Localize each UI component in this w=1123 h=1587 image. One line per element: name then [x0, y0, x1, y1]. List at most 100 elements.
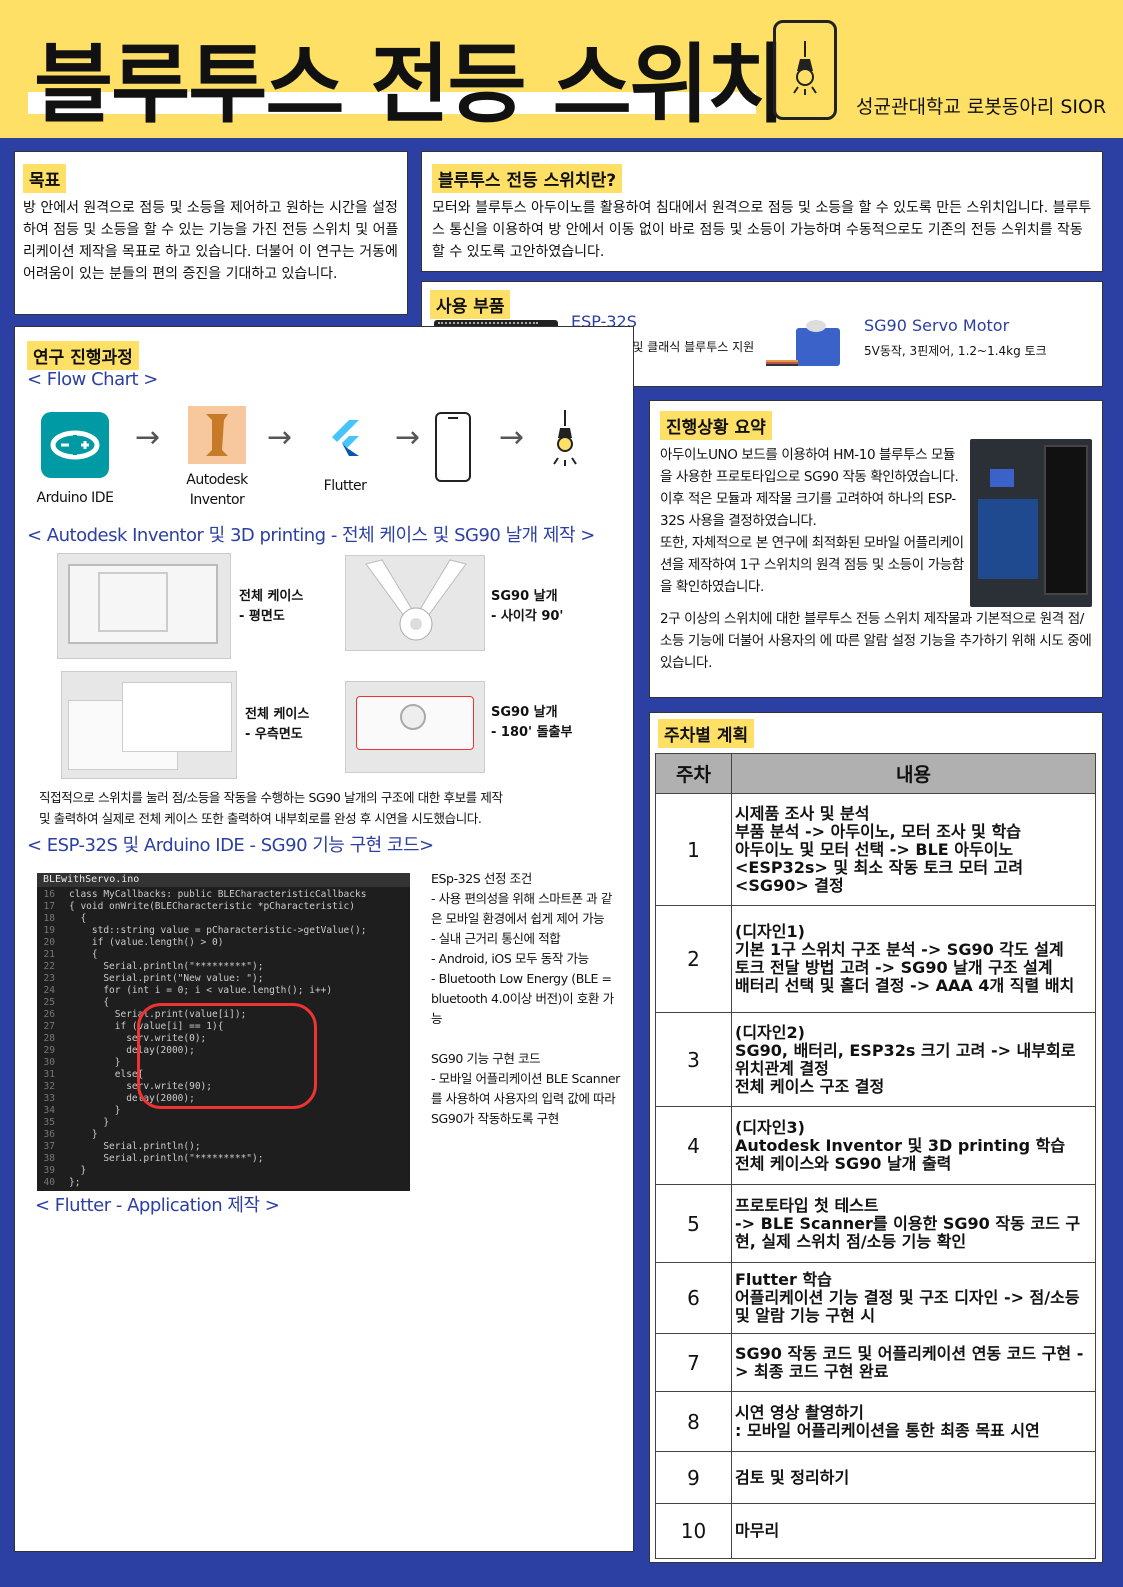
line-text: if (value.length() > 0)	[69, 937, 224, 948]
plan-table: 주차 내용 1 시제품 조사 및 분석 부품 분석 -> 아두이노, 모터 조사 …	[655, 753, 1096, 1559]
arrow-right-icon: →	[135, 420, 161, 455]
content-cell: (디자인1) 기본 1구 스위치 구조 분석 -> SG90 각도 설계 토크 …	[731, 905, 1096, 1013]
about-text: 모터와 블루투스 아두이노를 활용하여 침대에서 원격으로 점등 및 소등을 할…	[432, 200, 1092, 260]
flow-step-flutter: Flutter	[305, 418, 385, 494]
flow-step-bulb	[545, 408, 585, 484]
sg90-wing-180-caption: SG90 날개 - 180' 돌출부	[491, 705, 573, 740]
line-number: 22	[43, 961, 55, 972]
sg90-wing-90-image	[345, 555, 485, 651]
line-text: }	[69, 1117, 110, 1128]
line-number: 24	[43, 985, 55, 996]
line-number: 16	[43, 889, 55, 900]
line-text: Serial.println();	[69, 1141, 201, 1152]
poster-title: 블루투스 전등 스위치	[34, 35, 786, 135]
line-number: 40	[43, 1177, 55, 1188]
sg90-servo-image	[766, 320, 848, 378]
code-editor: BLEwithServo.ino 16 class MyCallbacks: pu…	[37, 873, 410, 1191]
table-row: 5 프로토타입 첫 테스트 -> BLE Scanner를 이용한 SG90 작동…	[655, 1184, 1096, 1263]
sg90-wing-180-image	[345, 681, 485, 773]
week-cell: 7	[655, 1333, 732, 1392]
table-row: 4 (디자인3) Autodesk Inventor 및 3D printing …	[655, 1106, 1096, 1185]
line-number: 27	[43, 1021, 55, 1032]
line-text: }	[69, 1057, 121, 1068]
inventor-icon	[188, 406, 246, 464]
line-number: 39	[43, 1165, 55, 1176]
line-text: Serial.println("*********");	[69, 1153, 264, 1164]
content-cell: 검토 및 정리하기	[731, 1451, 1096, 1504]
about-panel: 블루투스 전등 스위치란? 모터와 블루투스 아두이노를 활용하여 침대에서 원…	[421, 151, 1103, 272]
phone-bulb-icon	[773, 20, 837, 120]
line-number: 30	[43, 1057, 55, 1068]
line-number: 36	[43, 1129, 55, 1140]
status-tag: 진행상황 요약	[660, 411, 772, 440]
goal-text: 방 안에서 원격으로 점등 및 소등을 제어하고 원하는 시간을 설정하여 점등…	[23, 200, 399, 282]
code-line: 39 }	[37, 1165, 410, 1177]
week-cell: 4	[655, 1106, 732, 1185]
code-line: 40};	[37, 1177, 410, 1189]
line-text: }	[69, 1105, 121, 1116]
code-section-title: < ESP-32S 및 Arduino IDE - SG90 기능 구현 코드>	[27, 835, 434, 856]
line-text: {	[69, 997, 110, 1008]
case-top-view-image	[57, 553, 231, 659]
line-text: Serial.print("New value: ");	[69, 973, 264, 984]
code-line: 24 for (int i = 0; i < value.length(); i…	[37, 985, 410, 997]
line-number: 38	[43, 1153, 55, 1164]
week-cell: 5	[655, 1184, 732, 1263]
status-text-1: 아두이노UNO 보드를 이용하여 HM-10 블루투스 모듈을 사용한 프로토타…	[660, 447, 964, 595]
goal-tag: 목표	[23, 164, 67, 193]
case-side-view-image	[61, 671, 237, 779]
process-tag: 연구 진행과정	[27, 341, 139, 370]
content-cell: SG90 작동 코드 및 어플리케이션 연동 코드 구현 -> 최종 코드 구현…	[731, 1333, 1096, 1392]
sg90-desc: 5V동작, 3핀제어, 1.2~1.4kg 토크	[864, 344, 1047, 358]
flow-label: Arduino IDE	[36, 490, 114, 506]
line-text: else{	[69, 1069, 144, 1080]
content-cell: 마무리	[731, 1503, 1096, 1559]
status-panel: 진행상황 요약 아두이노UNO 보드를 이용하여 HM-10 블루투스 모듈을 …	[649, 400, 1103, 698]
table-row: 7 SG90 작동 코드 및 어플리케이션 연동 코드 구현 -> 최종 코드 구…	[655, 1333, 1096, 1392]
line-text: {	[69, 913, 87, 924]
content-cell: (디자인3) Autodesk Inventor 및 3D printing 학…	[731, 1106, 1096, 1185]
code-filename: BLEwithServo.ino	[37, 873, 410, 887]
line-text: { void onWrite(BLECharacteristic *pChara…	[69, 901, 355, 912]
week-cell: 3	[655, 1012, 732, 1107]
code-line: 21 {	[37, 949, 410, 961]
arrow-right-icon: →	[395, 420, 421, 455]
line-text: std::string value = pCharacteristic->get…	[69, 925, 367, 936]
week-cell: 1	[655, 793, 732, 906]
code-line: 37 Serial.println();	[37, 1141, 410, 1153]
sg90-name: SG90 Servo Motor	[864, 316, 1010, 335]
line-text: for (int i = 0; i < value.length(); i++)	[69, 985, 333, 996]
table-row: 9 검토 및 정리하기	[655, 1451, 1096, 1504]
table-row: 1 시제품 조사 및 분석 부품 분석 -> 아두이노, 모터 조사 및 학습 아…	[655, 793, 1096, 906]
parts-tag: 사용 부품	[430, 290, 511, 319]
content-cell: Flutter 학습 어플리케이션 기능 결정 및 구조 디자인 -> 점/소등…	[731, 1262, 1096, 1334]
code-line: 35 }	[37, 1117, 410, 1129]
line-number: 37	[43, 1141, 55, 1152]
line-number: 29	[43, 1045, 55, 1056]
phone-icon	[435, 412, 471, 482]
flow-step-phone	[435, 412, 475, 482]
status-text-2: 2구 이상의 스위치에 대한 블루투스 전등 스위치 제작물과 기본적으로 원격…	[660, 611, 1092, 671]
table-row: 8 시연 영상 촬영하기 : 모바일 어플리케이션을 통한 최종 목표 시연	[655, 1391, 1096, 1452]
flow-label: Flutter	[323, 478, 367, 494]
line-number: 35	[43, 1117, 55, 1128]
code-line: 16 class MyCallbacks: public BLECharacter…	[37, 889, 410, 901]
week-cell: 9	[655, 1451, 732, 1504]
content-cell: 프로토타입 첫 테스트 -> BLE Scanner를 이용한 SG90 작동 …	[731, 1184, 1096, 1263]
code-line: 23 Serial.print("New value: ");	[37, 973, 410, 985]
plan-table-header: 주차 내용	[655, 753, 1096, 794]
bulb-icon	[545, 408, 585, 484]
line-number: 33	[43, 1093, 55, 1104]
code-line: 22 Serial.println("*********");	[37, 961, 410, 973]
flow-chart: Arduino IDE → Autodesk Inventor → Flutte…	[35, 406, 625, 522]
line-number: 32	[43, 1081, 55, 1092]
week-cell: 2	[655, 905, 732, 1013]
prototype-photo	[970, 439, 1092, 607]
column-header-week: 주차	[655, 753, 732, 794]
week-cell: 10	[655, 1503, 732, 1559]
arrow-right-icon: →	[499, 420, 525, 455]
code-line: 20 if (value.length() > 0)	[37, 937, 410, 949]
case-side-view-caption: 전체 케이스 - 우측면도	[245, 707, 310, 742]
inventor-note: 직접적으로 스위치를 눌러 점/소등을 작동을 수행하는 SG90 날개의 구조…	[39, 790, 503, 826]
code-line: 17 { void onWrite(BLECharacteristic *pCha…	[37, 901, 410, 913]
